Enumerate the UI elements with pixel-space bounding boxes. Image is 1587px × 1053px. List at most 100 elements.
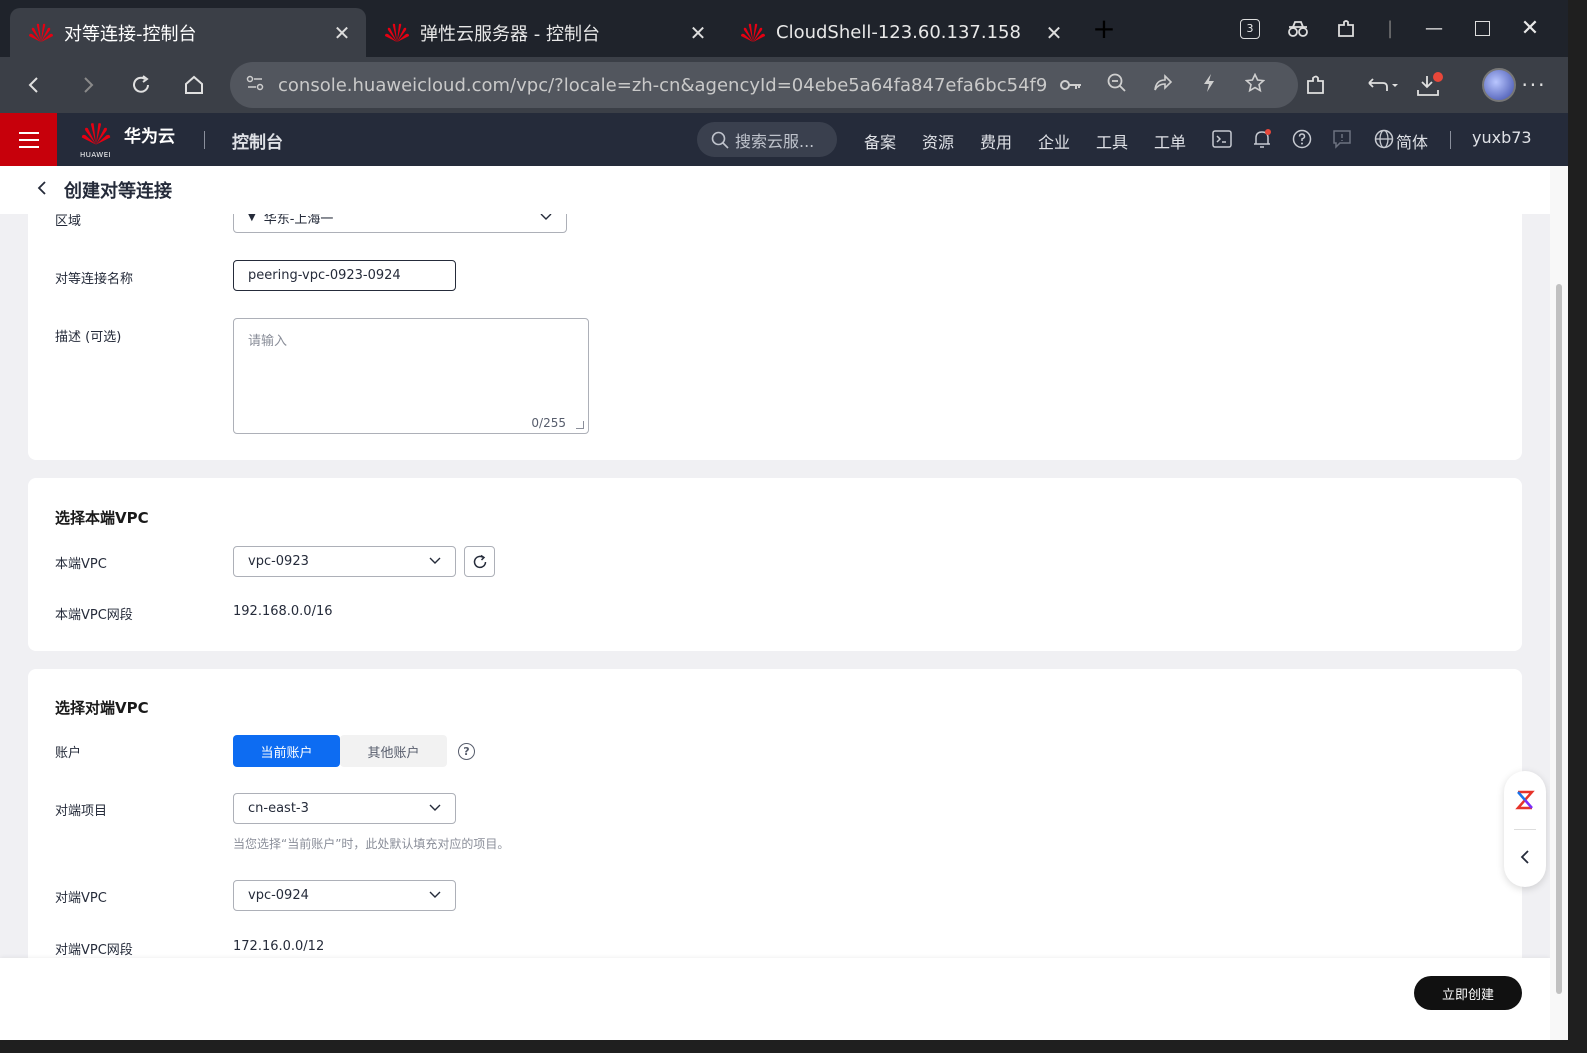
close-tab-icon[interactable]: ✕ — [686, 21, 710, 45]
huawei-wordmark: HUAWEI — [80, 151, 112, 159]
resize-handle[interactable] — [576, 421, 584, 429]
tab-title: 对等连接-控制台 — [64, 23, 197, 45]
account-label: 账户 — [55, 746, 82, 761]
bell-icon[interactable] — [1250, 127, 1274, 151]
chevron-down-icon — [429, 557, 441, 564]
forward-arrow-icon[interactable] — [68, 65, 108, 105]
divider — [1514, 829, 1536, 830]
huawei-flower-icon — [81, 123, 111, 145]
star-icon[interactable] — [1232, 72, 1278, 98]
home-icon[interactable] — [174, 65, 214, 105]
tab-ecs[interactable]: 弹性云服务器 - 控制台 ✕ — [366, 8, 722, 57]
reload-icon[interactable] — [121, 65, 161, 105]
collapse-chevron-icon[interactable] — [1519, 849, 1531, 869]
downloads-icon[interactable] — [1410, 65, 1450, 105]
menu-icon[interactable] — [0, 113, 57, 166]
browser-tab-strip: 对等连接-控制台 ✕ 弹性云服务器 - 控制台 ✕ CloudShell-123… — [0, 0, 1587, 57]
description-label: 描述 (可选) — [55, 330, 122, 345]
huawei-cloud-logo[interactable]: HUAWEI 华为云 — [80, 121, 175, 159]
language-switch[interactable]: 简体 — [1396, 129, 1428, 153]
globe-icon[interactable] — [1372, 127, 1396, 151]
history-back-icon[interactable] — [1354, 65, 1410, 105]
nav-enterprise[interactable]: 企业 — [1038, 129, 1070, 153]
close-tab-icon[interactable]: ✕ — [330, 21, 354, 45]
feedback-icon[interactable] — [1330, 127, 1354, 151]
refresh-button[interactable] — [464, 546, 495, 577]
page-header: 创建对等连接 — [0, 166, 1550, 214]
close-window-button[interactable]: ✕ — [1506, 0, 1554, 57]
local-vpc-card: 选择本端VPC 本端VPC vpc-0923 本端VPC网段 192.168.0… — [28, 478, 1522, 651]
console-link[interactable]: 控制台 — [232, 128, 283, 153]
lightning-icon[interactable] — [1186, 73, 1232, 98]
incognito-icon[interactable] — [1274, 0, 1322, 57]
profile-avatar[interactable] — [1482, 68, 1516, 102]
divider — [204, 131, 205, 149]
brand-name: 华为云 — [124, 126, 175, 147]
assistant-icon[interactable] — [1515, 789, 1535, 815]
header-search[interactable]: 搜索云服... — [697, 122, 837, 157]
minimize-button[interactable]: — — [1410, 0, 1458, 57]
nav-billing[interactable]: 费用 — [980, 129, 1012, 153]
help-icon[interactable] — [1290, 127, 1314, 151]
floating-assistant-panel — [1504, 771, 1546, 887]
local-vpc-label: 本端VPC — [55, 557, 107, 572]
page-title: 创建对等连接 — [64, 181, 172, 202]
key-icon[interactable] — [1048, 75, 1094, 96]
scrollbar-thumb[interactable] — [1556, 284, 1562, 994]
nav-resources[interactable]: 资源 — [922, 129, 954, 153]
username[interactable]: yuxb73 — [1472, 128, 1532, 147]
chevron-down-icon — [429, 891, 441, 898]
page-scrollbar[interactable] — [1550, 166, 1568, 1040]
tab-counter-button[interactable]: 3 — [1226, 0, 1274, 57]
other-account-button[interactable]: 其他账户 — [340, 735, 447, 767]
cloudshell-icon[interactable] — [1210, 127, 1234, 151]
back-arrow-icon[interactable] — [14, 65, 54, 105]
description-placeholder: 请输入 — [248, 334, 288, 349]
peer-project-select[interactable]: cn-east-3 — [233, 793, 456, 824]
tab-cloudshell[interactable]: CloudShell-123.60.137.158 ✕ — [722, 8, 1078, 57]
peering-name-input[interactable]: peering-vpc-0923-0924 — [233, 260, 456, 291]
footer-action-bar: 立即创建 — [0, 958, 1550, 1040]
search-icon — [711, 131, 729, 149]
peer-vpc-label: 对端VPC — [55, 891, 107, 906]
tab-peering[interactable]: 对等连接-控制台 ✕ — [10, 8, 366, 57]
nav-tools[interactable]: 工具 — [1096, 129, 1128, 153]
window-controls: 3 | — ✕ — [1226, 0, 1554, 57]
question-mark-icon[interactable]: ? — [458, 743, 475, 760]
extensions-puzzle-icon[interactable] — [1296, 65, 1336, 105]
tab-title: CloudShell-123.60.137.158 — [776, 22, 1021, 43]
new-tab-button[interactable]: + — [1080, 0, 1128, 57]
current-account-button[interactable]: 当前账户 — [233, 735, 340, 767]
create-now-button[interactable]: 立即创建 — [1414, 976, 1522, 1010]
tab-title: 弹性云服务器 - 控制台 — [420, 23, 600, 45]
peer-vpc-value: vpc-0924 — [248, 888, 309, 903]
share-icon[interactable] — [1140, 73, 1186, 97]
close-tab-icon[interactable]: ✕ — [1042, 21, 1066, 45]
peer-vpc-card: 选择对端VPC 账户 当前账户 其他账户 ? 对端项目 cn-east-3 当您… — [28, 669, 1522, 979]
local-vpc-section-title: 选择本端VPC — [55, 509, 149, 527]
local-vpc-select[interactable]: vpc-0923 — [233, 546, 456, 577]
separator: | — [1386, 18, 1394, 39]
address-bar[interactable]: console.huaweicloud.com/vpc/?locale=zh-c… — [230, 62, 1298, 108]
peer-project-label: 对端项目 — [55, 804, 108, 819]
huawei-logo-icon — [740, 22, 766, 44]
peer-project-hint: 当您选择“当前账户”时，此处默认填充对应的项目。 — [233, 837, 510, 851]
maximize-button[interactable] — [1458, 0, 1506, 57]
nav-beian[interactable]: 备案 — [864, 129, 896, 153]
back-icon[interactable] — [36, 180, 48, 201]
window-edge — [0, 1040, 1587, 1053]
nav-tickets[interactable]: 工单 — [1154, 129, 1186, 153]
peer-vpc-select[interactable]: vpc-0924 — [233, 880, 456, 911]
more-menu-icon[interactable]: ··· — [1514, 65, 1554, 105]
huawei-logo-icon — [384, 22, 410, 44]
window-edge — [1568, 0, 1587, 1053]
peering-name-value: peering-vpc-0923-0924 — [248, 268, 401, 283]
account-toggle: 当前账户 其他账户 — [233, 735, 447, 767]
url-text: console.huaweicloud.com/vpc/?locale=zh-c… — [278, 74, 1048, 96]
site-info-icon[interactable] — [246, 75, 264, 95]
console-header: HUAWEI 华为云 控制台 搜索云服... 备案 资源 费用 企业 工具 工单… — [0, 113, 1568, 166]
zoom-out-icon[interactable] — [1094, 73, 1140, 98]
char-counter: 0/255 — [531, 416, 566, 430]
extensions-icon[interactable] — [1322, 0, 1370, 57]
description-textarea[interactable]: 请输入 0/255 — [233, 318, 589, 434]
